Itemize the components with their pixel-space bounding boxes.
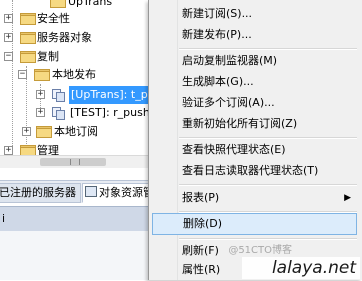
menu-item-reports[interactable]: 报表(P) ▶	[152, 187, 357, 209]
expand-icon[interactable]: +	[36, 108, 45, 117]
tab-registered-servers[interactable]: 已注册的服务器	[0, 183, 81, 203]
scrollbar-grip-icon	[70, 159, 80, 165]
expand-icon[interactable]: +	[22, 127, 31, 136]
tree-item-server-objects[interactable]: + 服务器对象	[0, 29, 160, 47]
folder-icon	[34, 69, 50, 81]
watermark-51cto: @51CTO博客	[228, 245, 292, 256]
context-menu: 新建订阅(S)... 新建发布(P)... 启动复制监视器(M) 生成脚本(G)…	[148, 0, 362, 280]
publication-icon	[52, 89, 65, 102]
properties-body	[0, 231, 160, 280]
tree-item-security[interactable]: + 安全性	[0, 10, 160, 28]
menu-item-new-subscription[interactable]: 新建订阅(S)...	[152, 3, 357, 25]
tree-item-publication-uptrans[interactable]: + [UpTrans]: t_p	[0, 86, 160, 104]
folder-icon	[50, 0, 66, 8]
folder-icon	[20, 51, 36, 63]
collapse-icon[interactable]: −	[4, 52, 13, 61]
tree-item-publication-test[interactable]: + [TEST]: r_push	[0, 104, 160, 122]
menu-item-view-log-reader-agent-status[interactable]: 查看日志读取器代理状态(T)	[152, 160, 357, 182]
collapse-icon[interactable]: −	[18, 70, 27, 79]
tree-item-local-publications[interactable]: − 本地发布	[0, 66, 160, 84]
tree-item-local-subscriptions[interactable]: + 本地订阅	[0, 123, 160, 141]
folder-icon	[20, 32, 36, 44]
menu-separator	[179, 184, 357, 186]
menu-item-view-snapshot-agent-status[interactable]: 查看快照代理状态(E)	[152, 139, 357, 161]
watermark-lalaya: lalaya.net	[242, 257, 360, 279]
folder-icon	[20, 13, 36, 25]
menu-item-launch-replication-monitor[interactable]: 启动复制监视器(M)	[152, 50, 357, 72]
submenu-arrow-icon: ▶	[344, 193, 351, 203]
menu-item-new-publication[interactable]: 新建发布(P)...	[152, 24, 357, 46]
properties-header: i	[0, 206, 160, 231]
expand-icon[interactable]: +	[36, 90, 45, 99]
menu-item-delete[interactable]: 删除(D)	[152, 213, 357, 235]
publication-icon	[52, 107, 65, 120]
menu-item-reinitialize-subscriptions[interactable]: 重新初始化所有订阅(Z)	[152, 113, 357, 135]
horizontal-scrollbar[interactable]	[0, 155, 160, 168]
expand-icon[interactable]: +	[4, 33, 13, 42]
menu-item-validate-subscriptions[interactable]: 验证多个订阅(A)...	[152, 92, 357, 114]
menu-item-generate-scripts[interactable]: 生成脚本(G)...	[152, 71, 357, 93]
object-explorer-tree: UpTrans + 安全性 + 服务器对象 − 复制 − 本地发布 + [UpT…	[0, 0, 160, 178]
folder-icon	[36, 126, 52, 138]
tree-item-replication[interactable]: − 复制	[0, 48, 160, 66]
object-explorer-icon	[85, 186, 97, 197]
expand-icon[interactable]: +	[4, 146, 13, 155]
panel-tabs: 已注册的服务器 对象资源管	[0, 180, 160, 203]
expand-icon[interactable]: +	[4, 14, 13, 23]
